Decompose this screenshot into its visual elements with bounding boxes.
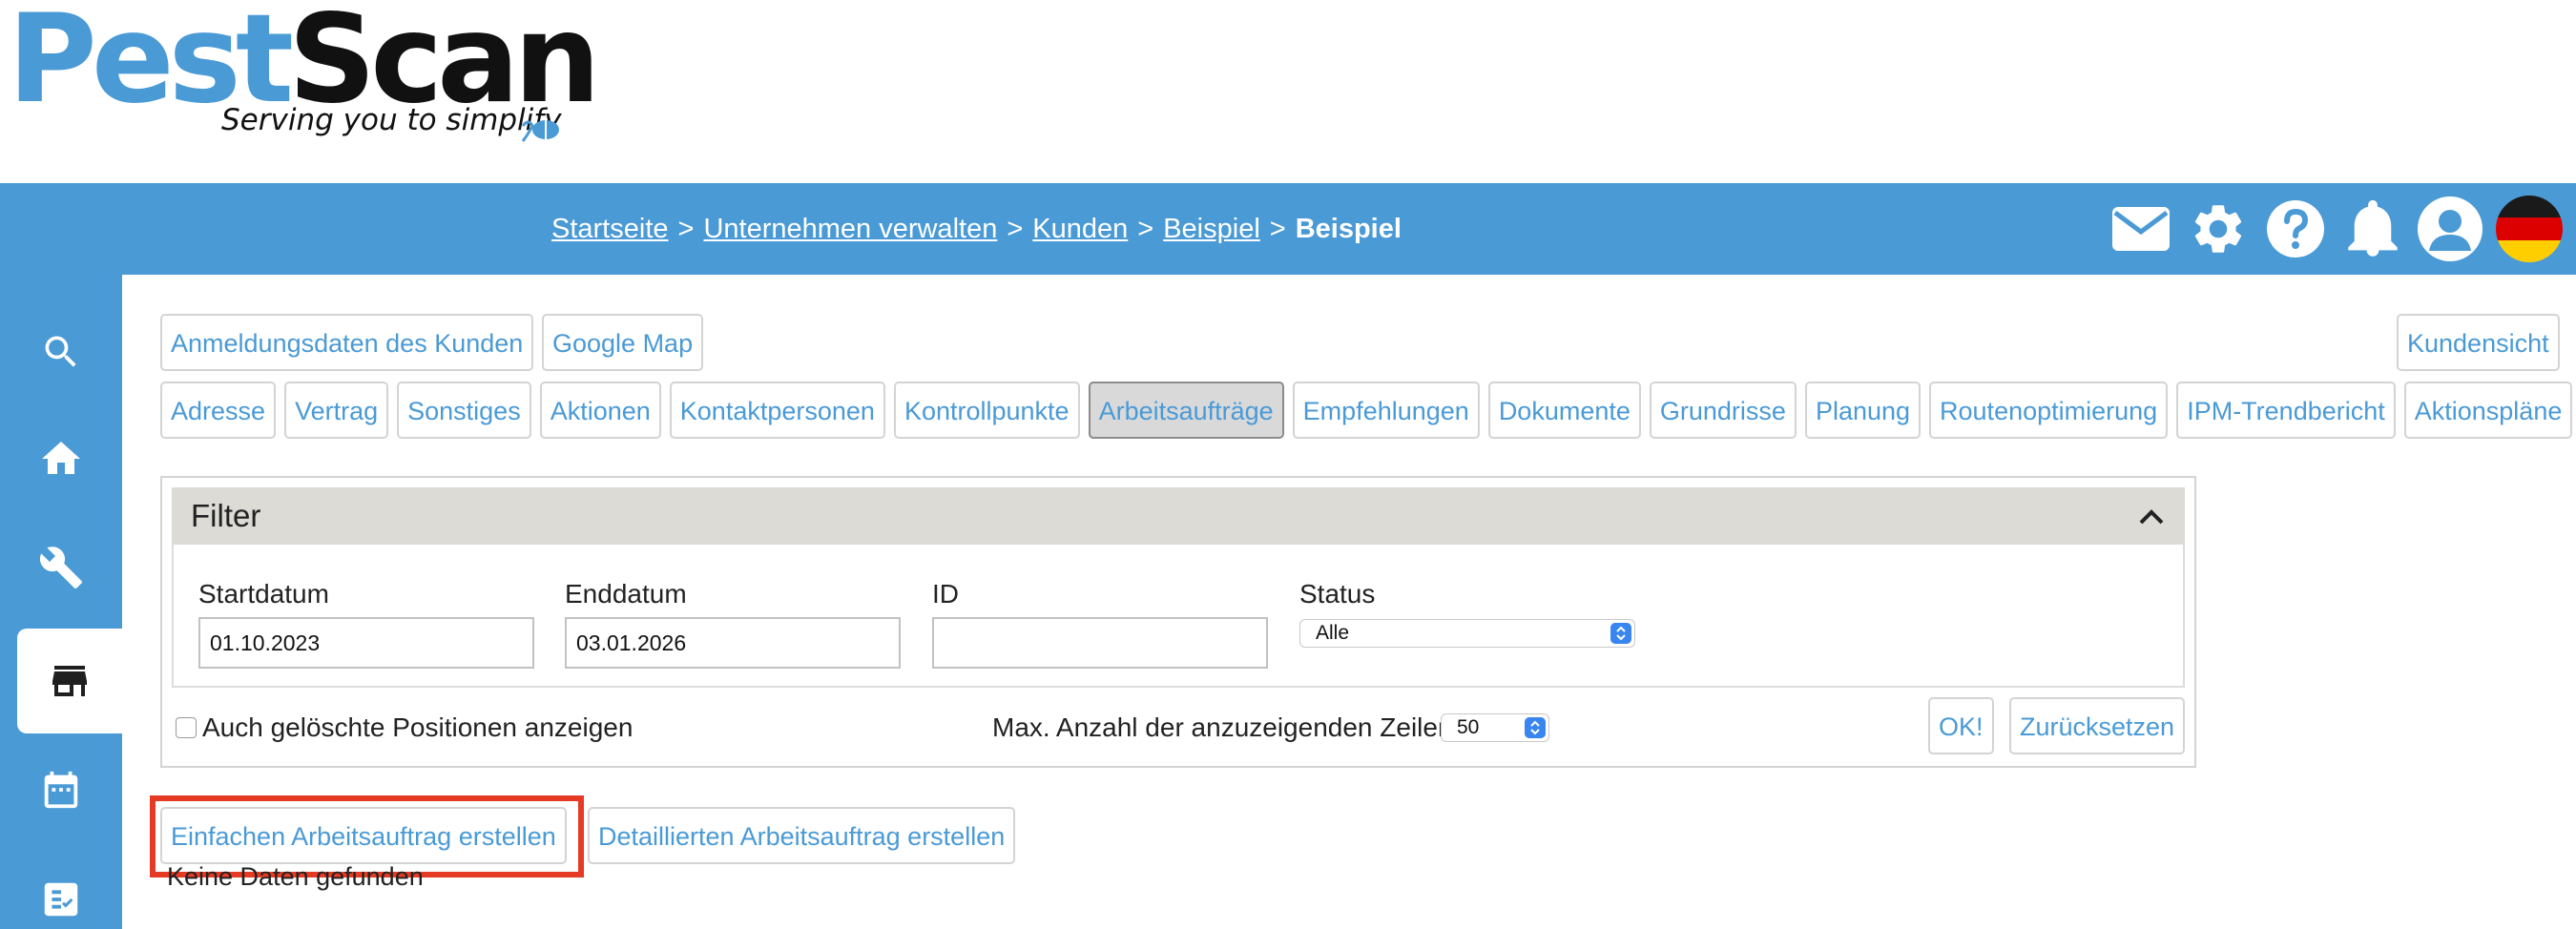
sidebar-item-store[interactable] bbox=[17, 629, 122, 733]
tab-floor-plans[interactable]: Grundrisse bbox=[1649, 382, 1797, 439]
tab-actions[interactable]: Aktionen bbox=[539, 382, 661, 439]
status-select-value: Alle bbox=[1316, 622, 1350, 644]
end-date-label: Enddatum bbox=[565, 579, 687, 609]
header-icon-group bbox=[2098, 183, 2576, 275]
sidebar bbox=[0, 275, 122, 929]
max-rows-value: 50 bbox=[1457, 716, 1480, 738]
no-data-message: Keine Daten gefunden bbox=[167, 862, 424, 891]
show-deleted-label: Auch gelöschte Positionen anzeigen bbox=[202, 712, 634, 742]
tab-route-optimization[interactable]: Routenoptimierung bbox=[1929, 382, 2169, 439]
filter-header[interactable]: Filter bbox=[172, 487, 2185, 545]
tab-address[interactable]: Adresse bbox=[160, 382, 277, 439]
sidebar-item-tools[interactable] bbox=[0, 515, 122, 620]
sidebar-item-home[interactable] bbox=[0, 406, 122, 511]
breadcrumb-companies[interactable]: Unternehmen verwalten bbox=[703, 214, 997, 244]
search-icon bbox=[45, 336, 76, 367]
filter-fields: Startdatum 01.10.2023 Enddatum 03.01.202… bbox=[172, 545, 2185, 688]
start-date-input[interactable]: 01.10.2023 bbox=[198, 617, 534, 669]
sidebar-item-search[interactable] bbox=[0, 299, 122, 404]
google-map-button[interactable]: Google Map bbox=[542, 314, 704, 371]
logo-tagline: Serving you to simplify bbox=[221, 103, 562, 137]
logo-wordmark: PestScan bbox=[8, 0, 601, 131]
sidebar-item-tasks[interactable] bbox=[0, 847, 122, 929]
max-rows-select[interactable]: 50 bbox=[1441, 713, 1549, 742]
store-icon bbox=[52, 666, 87, 696]
help-icon[interactable] bbox=[2261, 195, 2330, 263]
status-label: Status bbox=[1299, 579, 1376, 609]
tab-checkpoints[interactable]: Kontrollpunkte bbox=[893, 382, 1080, 439]
breadcrumb-customer[interactable]: Beispiel bbox=[1163, 214, 1260, 244]
tab-action-plans[interactable]: Aktionspläne bbox=[2403, 382, 2573, 439]
end-date-input[interactable]: 03.01.2026 bbox=[565, 617, 901, 669]
filter-title: Filter bbox=[191, 498, 261, 533]
customer-tabs: Adresse Vertrag Sonstiges Aktionen Konta… bbox=[160, 382, 2576, 439]
select-arrows-icon bbox=[1525, 717, 1546, 738]
select-arrows-icon bbox=[1610, 623, 1631, 644]
reset-button[interactable]: Zurücksetzen bbox=[2009, 697, 2186, 754]
id-label: ID bbox=[932, 579, 959, 609]
checklist-icon bbox=[44, 882, 78, 917]
bell-icon[interactable] bbox=[2338, 195, 2407, 263]
tab-work-orders[interactable]: Arbeitsaufträge bbox=[1088, 382, 1284, 439]
breadcrumb: Startseite > Unternehmen verwalten > Kunden >… bbox=[551, 214, 1402, 244]
max-rows-label: Max. Anzahl der anzuzeigenden Zeilen bbox=[992, 712, 1453, 742]
pestscan-logo: PestScan Serving you to simplify bbox=[8, 0, 601, 147]
customer-login-data-button[interactable]: Anmeldungsdaten des Kunden bbox=[160, 314, 534, 371]
tab-planning[interactable]: Planung bbox=[1804, 382, 1922, 439]
tab-recommendations[interactable]: Empfehlungen bbox=[1292, 382, 1480, 439]
customer-view-button[interactable]: Kundensicht bbox=[2397, 314, 2560, 371]
chevron-up-icon[interactable] bbox=[2137, 505, 2166, 527]
mail-icon[interactable] bbox=[2107, 195, 2175, 263]
user-icon[interactable] bbox=[2416, 195, 2484, 263]
id-input[interactable] bbox=[932, 617, 1268, 669]
home-icon bbox=[42, 442, 80, 474]
tab-ipm-trend-report[interactable]: IPM-Trendbericht bbox=[2176, 382, 2396, 439]
wrench-icon bbox=[39, 547, 82, 588]
top-bar: Startseite > Unternehmen verwalten > Kunden >… bbox=[0, 183, 2576, 275]
german-flag-icon[interactable] bbox=[2496, 196, 2563, 262]
sidebar-item-calendar[interactable] bbox=[0, 737, 122, 842]
tab-contract[interactable]: Vertrag bbox=[284, 382, 389, 439]
breadcrumb-home[interactable]: Startseite bbox=[551, 214, 669, 244]
tab-misc[interactable]: Sonstiges bbox=[397, 382, 531, 439]
ok-button[interactable]: OK! bbox=[1928, 697, 1994, 754]
breadcrumb-customers[interactable]: Kunden bbox=[1032, 214, 1128, 244]
create-detailed-work-order-button[interactable]: Detaillierten Arbeitsauftrag erstellen bbox=[588, 807, 1016, 864]
start-date-label: Startdatum bbox=[198, 579, 329, 609]
status-select[interactable]: Alle bbox=[1299, 619, 1635, 648]
gear-icon[interactable] bbox=[2184, 195, 2253, 263]
breadcrumb-current: Beispiel bbox=[1295, 214, 1402, 244]
show-deleted-checkbox[interactable] bbox=[176, 717, 197, 738]
tab-contacts[interactable]: Kontaktpersonen bbox=[669, 382, 885, 439]
calendar-icon bbox=[44, 771, 78, 809]
tab-documents[interactable]: Dokumente bbox=[1487, 382, 1641, 439]
logo-pill-icon bbox=[521, 120, 559, 142]
